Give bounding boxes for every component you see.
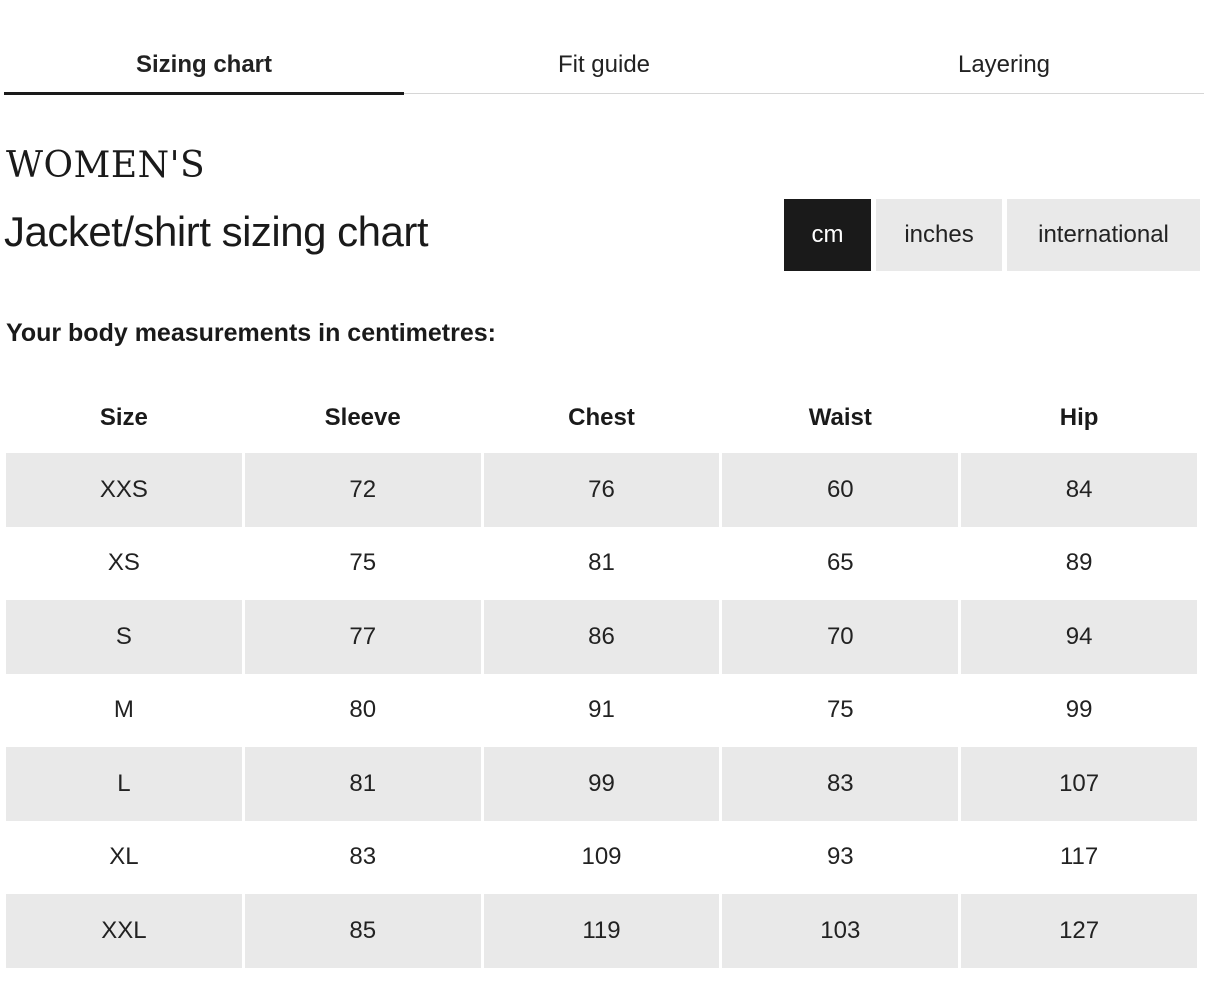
hip-cell: 107 [961,747,1197,821]
unit-international-button[interactable]: international [1007,199,1200,271]
waist-cell: 70 [722,600,959,674]
tab-layering[interactable]: Layering [804,36,1204,94]
measurements-subtitle: Your body measurements in centimetres: [6,319,496,347]
unit-inches-button[interactable]: inches [876,199,1002,271]
sizing-table: Size Sleeve Chest Waist Hip XXS 72 76 60… [3,383,1200,968]
table-row: XS 75 81 65 89 [6,527,1197,601]
table-row: XXS 72 76 60 84 [6,453,1197,527]
chest-cell: 119 [483,894,720,968]
size-cell: XXS [6,453,242,527]
column-header-waist: Waist [808,404,872,431]
sizing-page: Sizing chart Fit guide Layering WOMEN'S … [0,0,1210,992]
tab-fit-guide[interactable]: Fit guide [404,36,804,94]
chest-cell: 81 [588,549,615,577]
size-cell: XL [109,843,139,871]
sleeve-cell: 80 [349,696,377,724]
sleeve-cell: 81 [244,747,481,821]
waist-cell: 60 [722,453,959,527]
unit-toggle: cm inches international [784,199,1200,271]
unit-cm-button[interactable]: cm [784,199,871,271]
table-row: XXL 85 119 103 127 [6,894,1197,968]
size-cell: S [6,600,242,674]
chest-cell: 76 [483,453,720,527]
table-row: XL 83 109 93 117 [6,821,1197,895]
size-cell: XXL [6,894,242,968]
hip-cell: 89 [1065,549,1093,577]
table-row: S 77 86 70 94 [6,600,1197,674]
table-row: M 80 91 75 99 [6,674,1197,748]
column-header-chest: Chest [568,404,635,431]
hip-cell: 99 [1065,696,1093,724]
sleeve-cell: 83 [349,843,377,871]
waist-cell: 65 [826,549,854,577]
chest-cell: 91 [588,696,615,724]
sleeve-cell: 77 [244,600,481,674]
size-cell: XS [107,549,140,577]
hip-cell: 84 [961,453,1197,527]
size-cell: L [6,747,242,821]
sleeve-cell: 72 [244,453,481,527]
waist-cell: 75 [826,696,854,724]
column-header-size: Size [99,404,148,431]
waist-cell: 103 [722,894,959,968]
hip-cell: 117 [1059,843,1099,871]
waist-cell: 83 [722,747,959,821]
tab-bar: Sizing chart Fit guide Layering [4,36,1204,95]
column-header-hip: Hip [1059,404,1099,431]
sleeve-cell: 85 [244,894,481,968]
waist-cell: 93 [826,843,854,871]
tab-sizing-chart[interactable]: Sizing chart [4,36,404,95]
table-row: L 81 99 83 107 [6,747,1197,821]
page-title: Jacket/shirt sizing chart [4,208,429,255]
hip-cell: 94 [961,600,1197,674]
hip-cell: 127 [961,894,1197,968]
sleeve-cell: 75 [349,549,377,577]
size-cell: M [113,696,134,724]
column-header-sleeve: Sleeve [324,404,401,431]
category-heading: WOMEN'S [6,145,206,186]
chest-cell: 86 [483,600,720,674]
table-header-row: Size Sleeve Chest Waist Hip [6,383,1197,453]
chest-cell: 99 [483,747,720,821]
chest-cell: 109 [581,843,622,871]
